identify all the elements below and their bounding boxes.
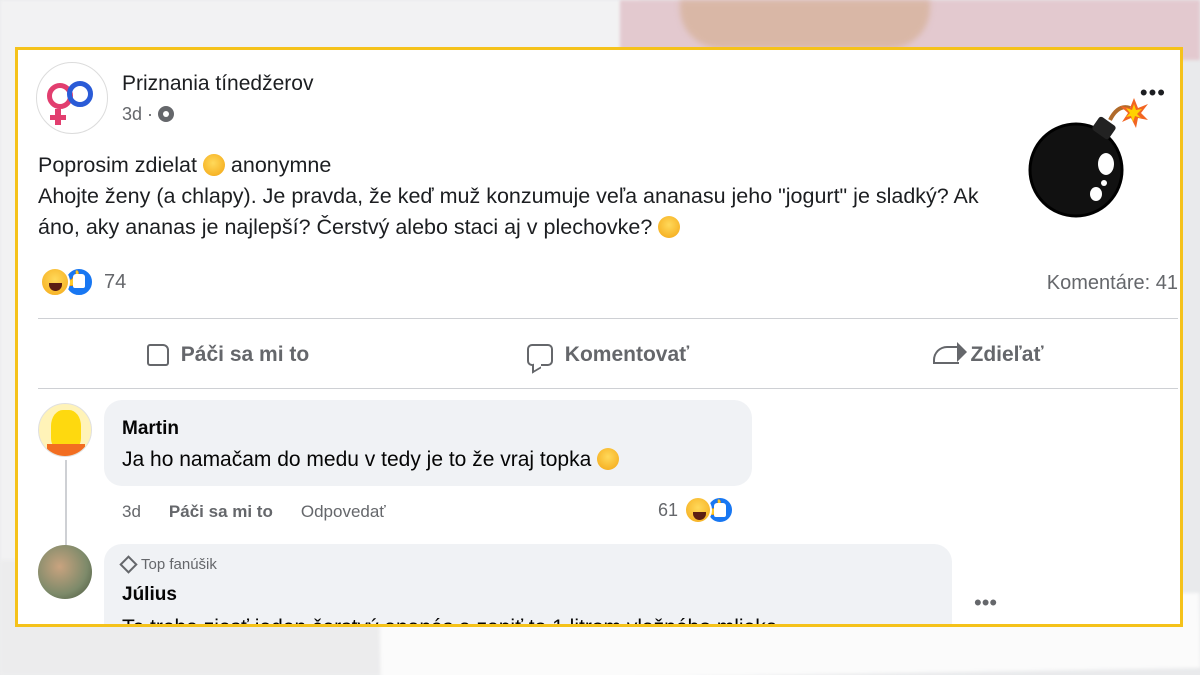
thread-line (65, 460, 67, 552)
comment-reaction-count: 61 (658, 499, 679, 520)
rofl-emoji-icon (199, 150, 229, 180)
background-photo-face (680, 0, 930, 48)
post-screenshot-frame: Priznania tínedžerov 3d · ••• Poprosim z… (15, 47, 1183, 627)
commenter-avatar[interactable] (38, 545, 92, 599)
like-button[interactable]: Páči sa mi to (38, 332, 418, 378)
comment-bubble: Martin Ja ho namačam do medu v tedy je t… (104, 400, 752, 486)
comment-author[interactable]: Martin (122, 418, 179, 440)
top-fan-badge: Top fanúšik (119, 555, 217, 574)
comment-time[interactable]: 3d (122, 502, 141, 522)
haha-reaction-icon (684, 496, 713, 524)
comment-text: Te treba zjesť jeden čerstvý ananás a za… (122, 616, 777, 624)
post-header-text: Priznania tínedžerov 3d · (122, 72, 313, 125)
comment-bubble: Top fanúšik Július Te treba zjesť jeden … (104, 544, 952, 624)
comment-reply-button[interactable]: Odpovedať (301, 502, 386, 522)
post-header: Priznania tínedžerov 3d · (36, 62, 313, 134)
post-text: áno, aky ananas je najlepší? Čerstvý ale… (38, 215, 653, 239)
post-text: Poprosim zdielat (38, 153, 197, 177)
commenter-avatar[interactable] (38, 403, 92, 457)
post-action-bar: Páči sa mi to Komentovať Zdieľať (38, 332, 1178, 378)
grin-emoji-icon (597, 448, 620, 470)
comment-reactions[interactable]: 61 (658, 496, 735, 524)
comment-icon (526, 344, 553, 366)
reaction-count: 74 (104, 270, 127, 293)
badge-label: Top fanúšik (141, 556, 217, 573)
comment-button[interactable]: Komentovať (418, 332, 798, 378)
post-meta: 3d · (122, 104, 313, 125)
comments-count[interactable]: Komentáre: 41 (1047, 272, 1178, 295)
divider (38, 318, 1178, 319)
diamond-icon (119, 555, 138, 574)
share-button[interactable]: Zdieľať (798, 332, 1178, 378)
share-label: Zdieľať (970, 343, 1044, 366)
post-time[interactable]: 3d · (122, 104, 153, 125)
post-line-3: áno, aky ananas je najlepší? Čerstvý ale… (38, 212, 1158, 243)
comment-like-button[interactable]: Páči sa mi to (169, 502, 273, 522)
thumbs-up-icon (146, 344, 169, 366)
comment-label: Komentovať (564, 343, 690, 366)
haha-reaction-icon (40, 267, 70, 297)
page-name[interactable]: Priznania tínedžerov (122, 72, 313, 96)
comment-text: Ja ho namačam do medu v tedy je to že vr… (122, 448, 620, 472)
comment-text-content: Ja ho namačam do medu v tedy je to že vr… (122, 448, 592, 471)
post-line-2: Ahojte ženy (a chlapy). Je pravda, že ke… (38, 184, 979, 208)
divider (38, 388, 1178, 389)
post-reactions[interactable]: 74 (40, 267, 126, 297)
share-icon (932, 342, 967, 364)
like-label: Páči sa mi to (180, 343, 310, 366)
comment-meta: 3d Páči sa mi to Odpovedať (122, 502, 386, 522)
privacy-gear-icon (158, 106, 175, 122)
comment-more-icon[interactable]: ••• (974, 590, 997, 616)
comment-author[interactable]: Július (122, 584, 177, 606)
post-body: Poprosim zdielat anonymne Ahojte ženy (a… (38, 150, 1158, 243)
post-line-1: Poprosim zdielat anonymne (38, 150, 1158, 181)
page-avatar[interactable] (36, 62, 108, 134)
post-text: anonymne (230, 153, 332, 177)
bomb-icon (1028, 98, 1148, 218)
smirk-emoji-icon (658, 216, 681, 238)
